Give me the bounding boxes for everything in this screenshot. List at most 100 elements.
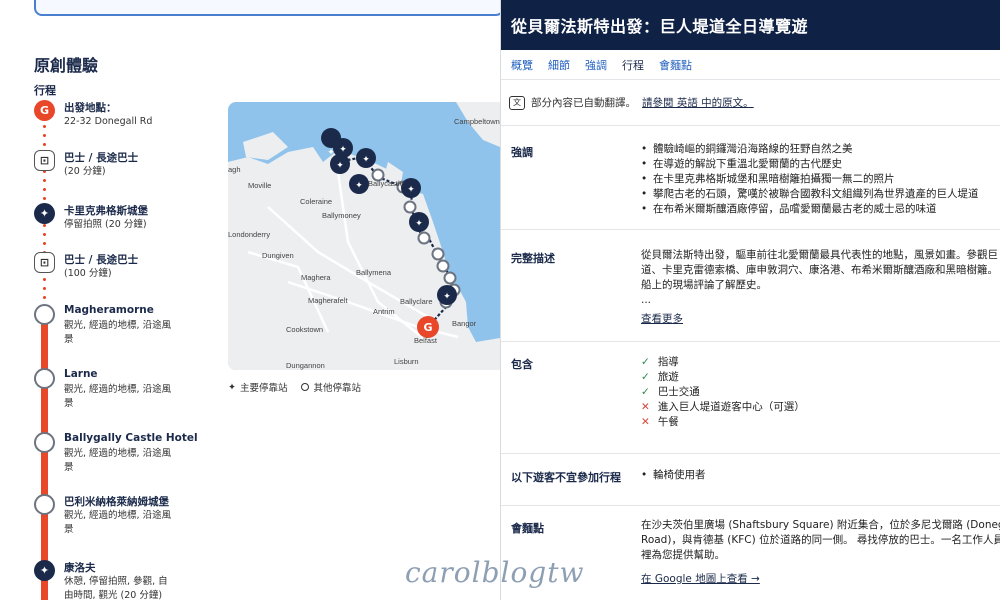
detail-tabs: 概覽 細節 強調 行程 會麵點	[501, 50, 1000, 80]
legend-main-stop: ✦ 主要停靠站	[228, 380, 288, 395]
cross-icon: ✕	[641, 401, 650, 413]
stop-name: 卡里克弗格斯城堡	[64, 205, 148, 217]
include-item: ✓ 巴士交通	[641, 385, 1000, 400]
stop-name: 康洛夫	[64, 562, 96, 574]
main-stop-icon: ✦	[34, 560, 55, 581]
stop-name: Larne	[64, 368, 98, 380]
translate-icon: 文	[509, 95, 525, 110]
check-icon: ✓	[641, 371, 650, 383]
description-line: 從貝爾法斯特出發，驅車前往北愛爾蘭最具代表性的地點，風景如畫。參觀巨	[641, 249, 998, 261]
original-text-link[interactable]: 請參閱 英語 中的原文。	[642, 95, 754, 110]
map-label: Cookstown	[286, 325, 323, 334]
map-label: Lisburn	[394, 357, 419, 366]
description-line: ...	[641, 294, 652, 306]
svg-text:✦: ✦	[355, 181, 363, 191]
map-label: Ballycastle	[368, 179, 404, 188]
other-stop-icon	[34, 304, 55, 325]
itinerary-label: 行程	[34, 84, 56, 97]
stop-description: 觀光, 經過的地標, 沿途風景	[64, 384, 172, 409]
map-label: Londonderry	[228, 230, 270, 239]
list-item: 體驗崎嶇的銅鑼灣沿海路線的狂野自然之美	[641, 142, 1000, 157]
map-label: Maghera	[301, 273, 331, 282]
include-item: ✓ 指導	[641, 355, 1000, 370]
meeting-body: 在沙夫茨伯里廣場 (Shaftsbury Square) 附近集合，位於多尼戈爾…	[641, 518, 1000, 587]
highlights-label: 強調	[511, 146, 533, 159]
stop-description: (20 分鐘)	[64, 166, 106, 177]
svg-text:✦: ✦	[336, 161, 344, 171]
includes-label: 包含	[511, 358, 533, 371]
other-stop-icon	[34, 494, 55, 515]
description-label: 完整描述	[511, 252, 555, 265]
ring-icon	[301, 383, 310, 391]
svg-text:✦: ✦	[339, 145, 347, 155]
description-section: 完整描述 從貝爾法斯特出發，驅車前往北愛爾蘭最具代表性的地點，風景如畫。參觀巨 …	[501, 230, 1000, 342]
tab-overview[interactable]: 概覽	[511, 57, 533, 73]
map-label: Dungiven	[262, 251, 294, 260]
stop-description: 停留拍照 (20 分鐘)	[64, 219, 147, 230]
check-icon: ✓	[641, 386, 650, 398]
svg-text:✦: ✦	[443, 292, 451, 302]
stop-description: 22-32 Donegall Rd	[64, 116, 153, 127]
meeting-line: 在沙夫茨伯里廣場 (Shaftsbury Square) 附近集合，位於多尼戈爾…	[641, 519, 1000, 531]
map-label: Moville	[248, 181, 271, 190]
legend-other-label: 其他停靠站	[313, 383, 361, 394]
details-panel: 從貝爾法斯特出發：巨人堤道全日導覽遊 概覽 細節 強調 行程 會麵點 文 部分內…	[500, 0, 1000, 600]
map-label: Belfast	[414, 336, 438, 345]
map-label: Ballymena	[356, 268, 392, 277]
meeting-label: 會麵點	[511, 522, 544, 535]
include-text: 午餐	[657, 416, 679, 428]
list-item: 輪椅使用者	[641, 468, 1000, 483]
include-item: ✕ 進入巨人堤道遊客中心（可選）	[641, 400, 1000, 415]
main-stop-icon: ✦	[34, 203, 55, 224]
route-map-svg: ✦ ✦ ✦ ✦ ✦ ✦ ✦ ✦ G Campbeltown Moville Co…	[228, 102, 500, 370]
not-suitable-list: 輪椅使用者	[641, 468, 1000, 483]
google-maps-link[interactable]: 在 Google 地圖上查看 →	[641, 573, 760, 585]
map-label: Ballymoney	[322, 211, 361, 220]
list-item: 在卡里克弗格斯城堡和黑暗樹籬拍攝獨一無二的照片	[641, 172, 1000, 187]
map-label: Campbeltown	[454, 117, 500, 126]
stop-name: Ballygally Castle Hotel	[64, 432, 198, 444]
tab-itinerary[interactable]: 行程	[622, 57, 644, 73]
map-label: Dungannon	[286, 361, 325, 370]
list-item: 在導遊的解說下重溫北愛爾蘭的古代歷史	[641, 157, 1000, 172]
include-text: 指導	[657, 356, 679, 368]
check-icon: ✓	[641, 356, 650, 368]
include-text: 進入巨人堤道遊客中心（可選）	[657, 401, 805, 413]
stop-description: 觀光, 經過的地標, 沿途風景	[64, 448, 172, 473]
top-card	[34, 0, 500, 16]
description-body: 從貝爾法斯特出發，驅車前往北愛爾蘭最具代表性的地點，風景如畫。參觀巨 道、卡里克…	[641, 248, 1000, 327]
tab-highlights[interactable]: 強調	[585, 57, 607, 73]
description-line: 道、卡里克雷德索橋、庫申敦洞穴、康洛港、布希米爾斯釀酒廠和黑暗樹籬。	[641, 264, 998, 276]
meeting-line: Road)，與肯德基 (KFC) 位於道路的同一側。 尋找停放的巴士。一名工作人…	[641, 534, 1000, 546]
sparkle-icon: ✦	[228, 381, 236, 393]
map-label: Bangor	[452, 319, 477, 328]
svg-text:✦: ✦	[415, 219, 423, 229]
meeting-line: 裡為您提供幫助。	[641, 549, 725, 561]
stop-description: 休憩, 停留拍照, 參觀, 自由時間, 觀光 (20 分鐘)	[64, 576, 168, 600]
highlights-section: 強調 體驗崎嶇的銅鑼灣沿海路線的狂野自然之美 在導遊的解說下重溫北愛爾蘭的古代歷…	[501, 127, 1000, 230]
other-stop-icon	[34, 432, 55, 453]
map-label: Ballyclare	[400, 297, 433, 306]
tab-meeting-point[interactable]: 會麵點	[659, 57, 692, 73]
not-suitable-section: 以下遊客不宜參加行程 輪椅使用者	[501, 454, 1000, 506]
see-more-link[interactable]: 查看更多	[641, 313, 683, 325]
translation-note: 部分內容已自動翻譯。	[531, 97, 636, 109]
section-title: 原創體驗	[34, 56, 99, 75]
map-label: Coleraine	[300, 197, 332, 206]
stop-name: Magheramorne	[64, 304, 154, 316]
stop-name: 巴士 / 長途巴士	[64, 254, 139, 266]
cross-icon: ✕	[641, 416, 650, 428]
tab-details[interactable]: 細節	[548, 57, 570, 73]
includes-list: ✓ 指導 ✓ 旅遊 ✓ 巴士交通 ✕ 進入巨人堤道遊客中心（可選） ✕ 午餐	[641, 355, 1000, 430]
route-rail-solid	[41, 306, 48, 600]
svg-text:✦: ✦	[362, 155, 370, 165]
tour-title: 從貝爾法斯特出發：巨人堤道全日導覽遊	[501, 0, 1000, 50]
route-map[interactable]: ✦ ✦ ✦ ✦ ✦ ✦ ✦ ✦ G Campbeltown Moville Co…	[228, 102, 500, 370]
stop-name: 巴士 / 長途巴士	[64, 152, 139, 164]
stop-name: 出發地點：	[64, 102, 117, 114]
bus-stop-icon: ⊡	[34, 252, 55, 273]
itinerary-panel: 原創體驗 行程 G 出發地點： 22-32 Donegall Rd ⊡ 巴士 / 長途巴…	[0, 0, 500, 600]
map-label: Antrim	[373, 307, 395, 316]
legend-main-label: 主要停靠站	[239, 383, 288, 394]
includes-section: 包含 ✓ 指導 ✓ 旅遊 ✓ 巴士交通 ✕ 進入巨人堤道遊客中心（可選） ✕ 午餐	[501, 342, 1000, 454]
